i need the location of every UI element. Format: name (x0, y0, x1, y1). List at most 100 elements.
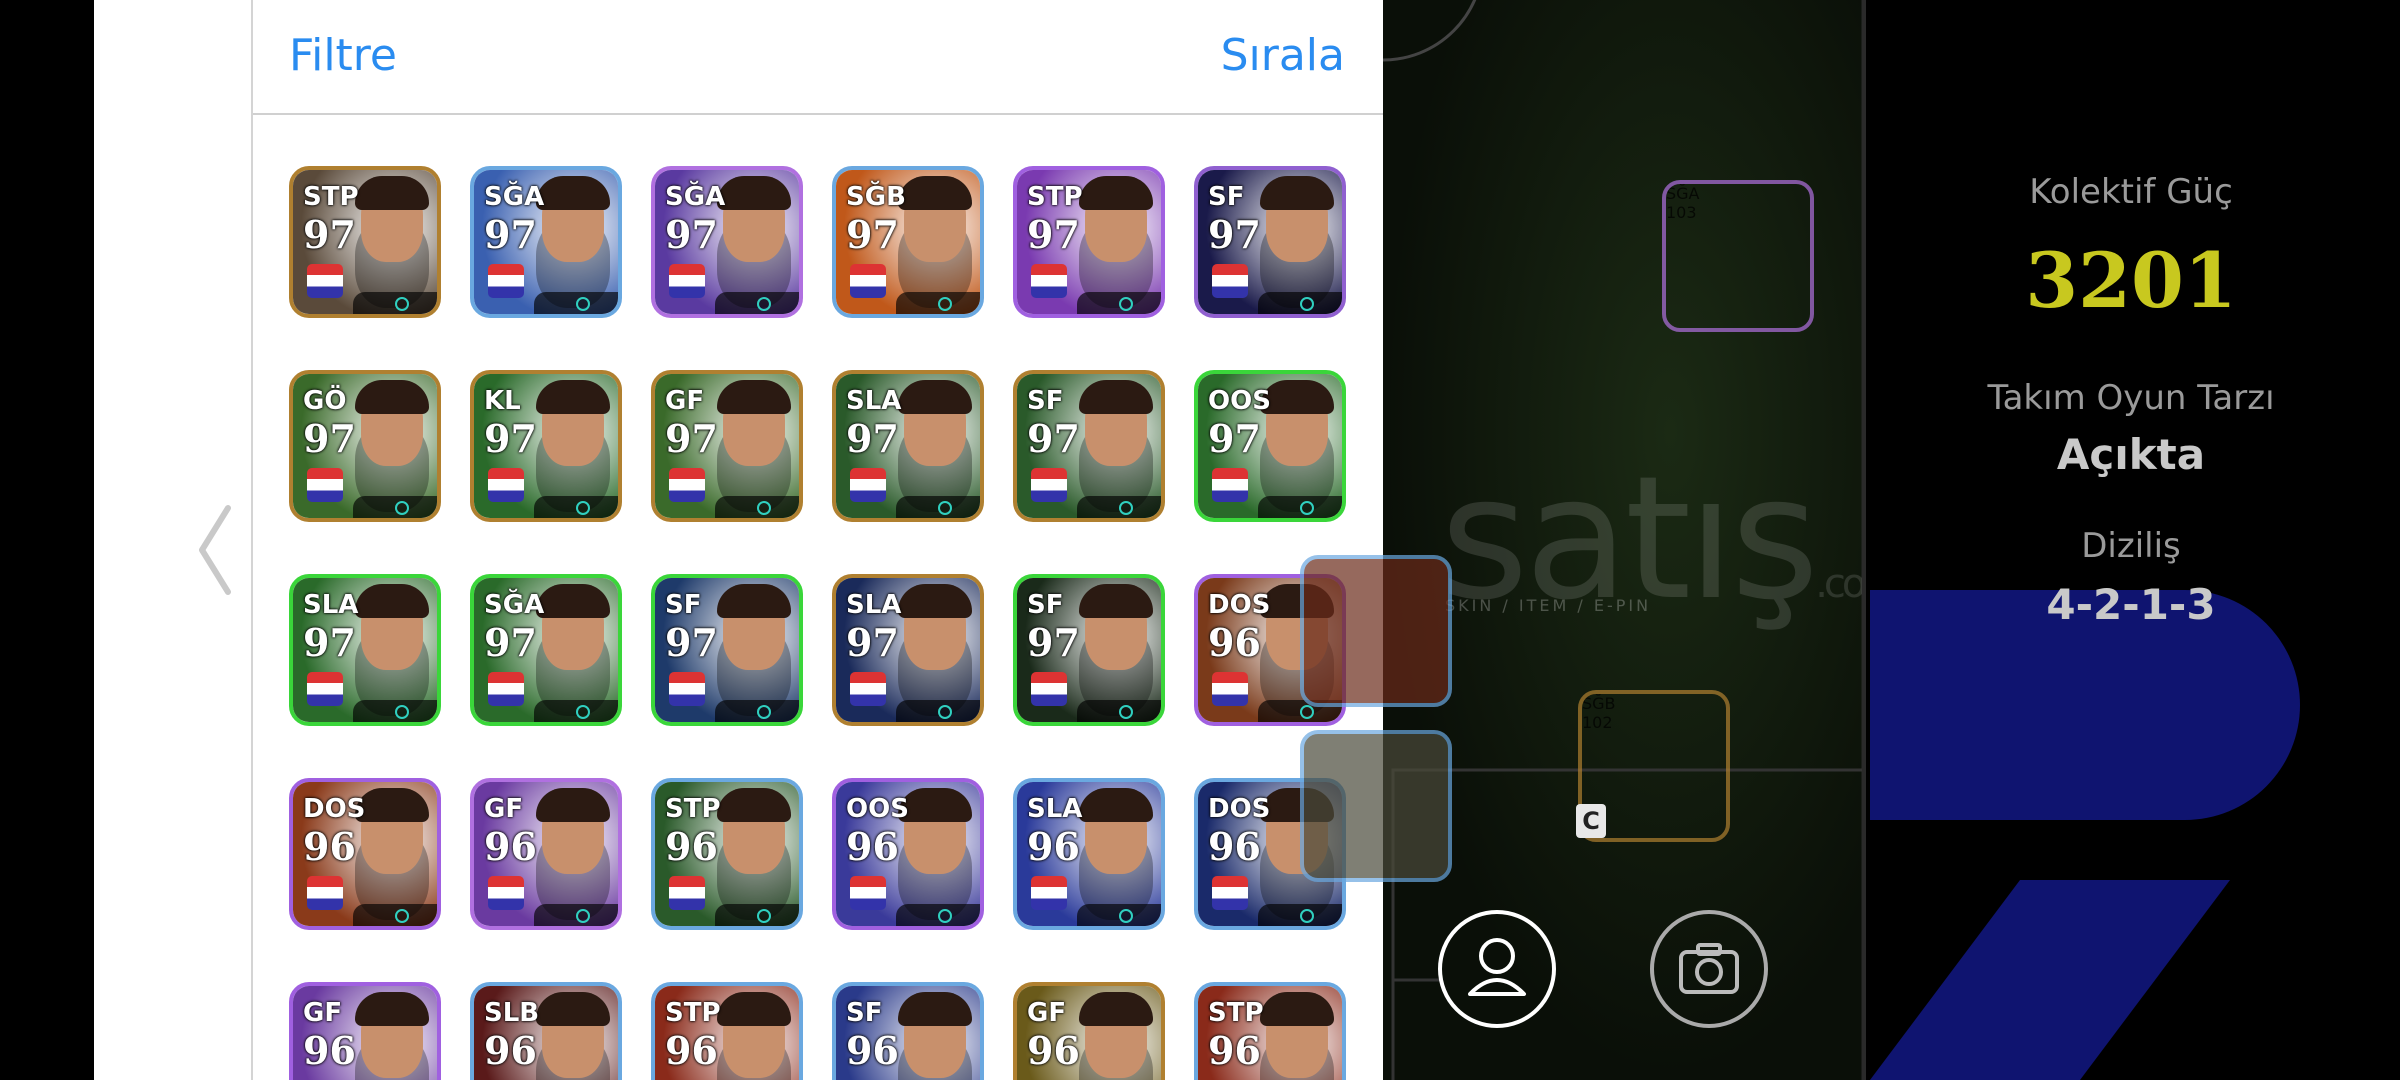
position-label: KL (484, 386, 521, 416)
pitch-player-card-partial[interactable] (1300, 555, 1452, 707)
skill-badge-icon (1119, 297, 1133, 311)
player-hair (1079, 992, 1153, 1026)
player-card[interactable]: DOS 96 (289, 778, 441, 930)
player-card[interactable]: STP 96 (651, 982, 803, 1080)
skill-badge-icon (395, 501, 409, 515)
rating-value: 97 (665, 416, 718, 461)
player-card[interactable]: SLB 96 (470, 982, 622, 1080)
club-flag-icon (488, 468, 524, 502)
skill-badge-icon (576, 909, 590, 923)
player-card[interactable]: SĞA 97 (470, 574, 622, 726)
player-hair (355, 584, 429, 618)
player-hair (536, 992, 610, 1026)
club-flag-icon (850, 672, 886, 706)
position-label: DOS (1208, 794, 1271, 824)
club-flag-icon (307, 264, 343, 298)
rating-value: 97 (1027, 620, 1080, 665)
player-card[interactable]: GF 96 (470, 778, 622, 930)
pitch-player-card-partial[interactable] (1300, 730, 1452, 882)
player-hair (898, 584, 972, 618)
left-margin (0, 0, 94, 1080)
player-card[interactable]: GÖ 97 (289, 370, 441, 522)
position-label: SLA (1027, 794, 1083, 824)
skill-badge-icon (576, 297, 590, 311)
player-hair (355, 992, 429, 1026)
position-label: OOS (1208, 386, 1271, 416)
player-card[interactable]: OOS 97 (1194, 370, 1346, 522)
player-card[interactable]: GF 96 (1013, 982, 1165, 1080)
player-card[interactable]: STP 96 (651, 778, 803, 930)
position-label: SĞA (1666, 184, 1700, 203)
position-label: STP (303, 182, 359, 212)
player-card[interactable]: STP 97 (1013, 166, 1165, 318)
rating-value: 97 (846, 620, 899, 665)
list-header: Filtre Sırala (253, 0, 1383, 115)
player-card[interactable]: SLA 97 (832, 574, 984, 726)
position-label: SĞA (484, 182, 545, 212)
player-hair (717, 584, 791, 618)
pitch-player-card[interactable]: SĞA 103 (1662, 180, 1814, 332)
skill-badge-icon (395, 297, 409, 311)
player-hair (355, 788, 429, 822)
position-label: SLA (846, 590, 902, 620)
club-flag-icon (1031, 264, 1067, 298)
player-hair (1079, 380, 1153, 414)
player-hair (1260, 176, 1334, 210)
club-flag-icon (307, 876, 343, 910)
position-label: GF (665, 386, 705, 416)
rating-value: 96 (1027, 824, 1080, 869)
skill-badge-icon (938, 501, 952, 515)
skill-badge-icon (1119, 501, 1133, 515)
club-flag-icon (1031, 672, 1067, 706)
player-card[interactable]: SF 97 (1013, 574, 1165, 726)
player-card[interactable]: GF 96 (289, 982, 441, 1080)
position-label: GF (303, 998, 343, 1028)
player-card[interactable]: SF 96 (832, 982, 984, 1080)
club-flag-icon (1031, 468, 1067, 502)
position-label: DOS (1208, 590, 1271, 620)
chevron-left-icon[interactable] (190, 500, 240, 600)
player-card[interactable]: KL 97 (470, 370, 622, 522)
player-card[interactable]: SLA 97 (289, 574, 441, 726)
skill-badge-icon (757, 501, 771, 515)
player-card-grid: STP 97 SĞA 97 SĞA 97 SĞB 97 STP 97 SF 97 GÖ 97 KL 97 GF 9… (289, 166, 1349, 1080)
player-hair (355, 380, 429, 414)
player-card[interactable]: SF 97 (1194, 166, 1346, 318)
player-card[interactable]: GF 97 (651, 370, 803, 522)
rating-value: 96 (1208, 620, 1261, 665)
person-icon (1468, 938, 1526, 996)
player-card[interactable]: SĞA 97 (651, 166, 803, 318)
player-profile-button[interactable] (1438, 910, 1556, 1028)
player-card[interactable]: STP 96 (1194, 982, 1346, 1080)
camera-icon (1679, 943, 1739, 994)
rating-value: 97 (303, 212, 356, 257)
sort-button[interactable]: Sırala (1221, 30, 1345, 81)
player-card[interactable]: SLA 96 (1013, 778, 1165, 930)
player-card[interactable]: SLA 97 (832, 370, 984, 522)
player-card[interactable]: SF 97 (1013, 370, 1165, 522)
player-card[interactable]: OOS 96 (832, 778, 984, 930)
player-hair (717, 176, 791, 210)
rating-value: 96 (665, 1028, 718, 1073)
rating-value: 96 (303, 1028, 356, 1073)
player-hair (717, 788, 791, 822)
club-flag-icon (1212, 468, 1248, 502)
player-card[interactable]: SĞB 97 (832, 166, 984, 318)
rating-value: 96 (1027, 1028, 1080, 1073)
club-flag-icon (669, 468, 705, 502)
player-card[interactable]: STP 97 (289, 166, 441, 318)
club-flag-icon (1212, 876, 1248, 910)
player-hair (355, 176, 429, 210)
rating-value: 97 (1208, 416, 1261, 461)
player-card[interactable]: SF 97 (651, 574, 803, 726)
position-label: SĞB (1582, 694, 1616, 713)
player-card[interactable]: SĞA 97 (470, 166, 622, 318)
rating-value: 96 (484, 1028, 537, 1073)
skill-badge-icon (1300, 705, 1314, 719)
screenshot-button[interactable] (1650, 910, 1768, 1028)
club-flag-icon (1212, 672, 1248, 706)
position-label: STP (1027, 182, 1083, 212)
skill-badge-icon (1119, 705, 1133, 719)
position-label: SLB (484, 998, 540, 1028)
filter-button[interactable]: Filtre (289, 30, 397, 81)
